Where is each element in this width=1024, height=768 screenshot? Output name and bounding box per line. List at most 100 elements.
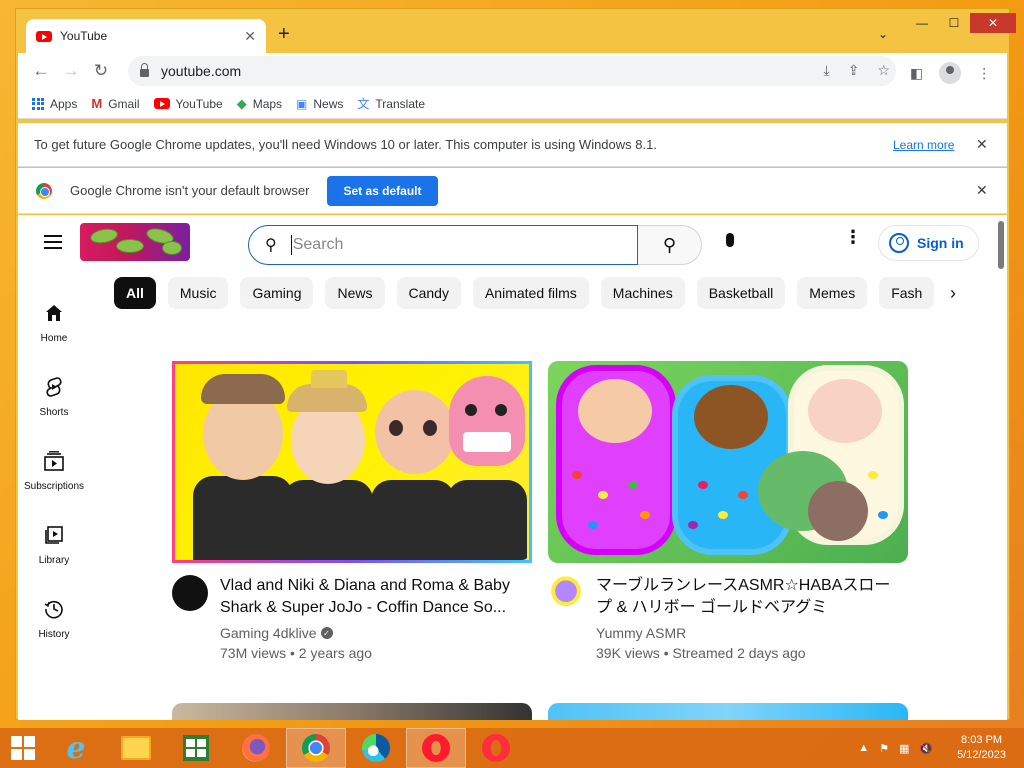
windows-taskbar: e ▲ ⚑ ▦ 🔇 8:03 PM 5/12/2023: [0, 728, 1024, 768]
bookmark-label: Maps: [252, 96, 283, 111]
store-icon[interactable]: [166, 728, 226, 768]
channel-avatar[interactable]: [548, 575, 584, 611]
sidebar-item-subscriptions[interactable]: Subscriptions: [18, 433, 90, 507]
translate-icon: 文: [357, 97, 370, 111]
file-explorer-icon[interactable]: [106, 728, 166, 768]
video-thumbnail[interactable]: [548, 703, 908, 720]
tab-search-icon[interactable]: ⌄: [878, 27, 888, 41]
maximize-button[interactable]: ☐: [938, 13, 970, 33]
video-thumbnail[interactable]: [172, 361, 532, 563]
bookmark-youtube[interactable]: YouTube: [153, 97, 223, 111]
install-app-icon[interactable]: ⤓: [824, 62, 830, 79]
close-icon[interactable]: ✕: [976, 182, 988, 199]
volume-muted-icon[interactable]: 🔇: [919, 742, 933, 755]
taskbar-clock[interactable]: 8:03 PM 5/12/2023: [957, 733, 1006, 763]
sidebar-item-history[interactable]: History: [18, 581, 90, 655]
chrome-logo-icon: [36, 182, 52, 199]
chip-all[interactable]: All: [114, 277, 156, 309]
opera-gx-icon[interactable]: [466, 728, 526, 768]
bookmark-news[interactable]: ▣ News: [296, 97, 343, 111]
bookmark-label: News: [313, 96, 344, 111]
chrome-icon[interactable]: [286, 728, 346, 768]
back-arrow-icon[interactable]: ←: [26, 61, 56, 81]
close-icon[interactable]: ✕: [976, 136, 988, 153]
forward-arrow-icon[interactable]: →: [56, 61, 86, 81]
bookmark-star-icon[interactable]: ☆: [877, 62, 890, 79]
chip-machines[interactable]: Machines: [600, 277, 685, 309]
action-center-flag-icon[interactable]: ⚑: [879, 742, 889, 755]
video-title[interactable]: Vlad and Niki & Diana and Roma & Baby Sh…: [220, 575, 520, 619]
new-tab-button[interactable]: +: [278, 23, 290, 46]
search-button[interactable]: ⚲: [638, 225, 702, 265]
verified-check-icon: ✓: [320, 627, 333, 639]
share-icon[interactable]: ⇪: [848, 62, 860, 79]
maps-icon: ◆: [236, 95, 247, 111]
tab-youtube[interactable]: YouTube ✕: [26, 19, 266, 53]
bookmark-apps[interactable]: Apps: [32, 97, 77, 111]
chip-basketball[interactable]: Basketball: [696, 277, 786, 309]
search-icon: ⚲: [662, 234, 677, 255]
shorts-icon: [42, 375, 66, 399]
microphone-icon[interactable]: [718, 233, 742, 247]
minimize-button[interactable]: —: [906, 13, 938, 33]
bookmark-maps[interactable]: ◆ Maps: [237, 96, 282, 112]
chip-news[interactable]: News: [325, 277, 385, 309]
firefox-icon[interactable]: [226, 728, 286, 768]
channel-name[interactable]: Gaming 4dklive ✓: [220, 625, 333, 641]
default-browser-message: Google Chrome isn't your default browser: [70, 183, 310, 198]
windows-start-icon[interactable]: [0, 728, 46, 768]
bookmark-gmail[interactable]: M Gmail: [91, 96, 139, 111]
chip-music[interactable]: Music: [167, 277, 229, 309]
network-icon[interactable]: ▦: [899, 742, 909, 755]
menu-hamburger-icon[interactable]: [44, 235, 62, 253]
video-title[interactable]: マーブルランレースASMR☆HABAスロープ & ハリボー ゴールドベアグミ: [596, 575, 896, 619]
youtube-page: ⚲ Search ⚲ ⋮ Sign in All Music Gaming Ne…: [18, 215, 1007, 720]
address-bar[interactable]: youtube.com ⤓ ⇪ ☆: [128, 56, 896, 86]
show-hidden-icons-icon[interactable]: ▲: [858, 742, 869, 754]
learn-more-link[interactable]: Learn more: [893, 138, 954, 152]
settings-menu-icon[interactable]: ⋮: [844, 228, 862, 246]
url-text: youtube.com: [161, 63, 242, 79]
set-as-default-button[interactable]: Set as default: [327, 175, 438, 206]
chip-fashion[interactable]: Fash: [879, 277, 934, 309]
video-thumbnail[interactable]: [548, 361, 908, 563]
sidebar-item-home[interactable]: Home: [18, 285, 90, 359]
internet-explorer-icon[interactable]: e: [46, 728, 106, 768]
search-icon: ⚲: [265, 237, 277, 254]
chip-memes[interactable]: Memes: [797, 277, 868, 309]
search-input[interactable]: ⚲ Search: [248, 225, 638, 265]
video-thumbnail[interactable]: [172, 703, 532, 720]
chip-animated-films[interactable]: Animated films: [472, 277, 589, 309]
title-bar: YouTube ✕ + ⌄ — ☐ ✕: [16, 9, 1016, 53]
sign-in-label: Sign in: [917, 235, 964, 251]
reload-icon[interactable]: ↻: [86, 61, 116, 81]
channel-name[interactable]: Yummy ASMR: [596, 625, 686, 641]
chrome-menu-icon[interactable]: ⋮: [977, 65, 991, 82]
youtube-favicon-icon: [36, 30, 52, 42]
profile-avatar-icon[interactable]: [939, 62, 962, 84]
sidebar-item-label: Shorts: [39, 406, 69, 418]
edge-icon[interactable]: [346, 728, 406, 768]
browser-window: YouTube ✕ + ⌄ — ☐ ✕ ← → ↻ youtube.com ⤓ …: [15, 8, 1016, 720]
tab-close-icon[interactable]: ✕: [244, 28, 256, 45]
sidebar-item-library[interactable]: Library: [18, 507, 90, 581]
youtube-doodle-logo[interactable]: [80, 223, 190, 261]
channel-avatar[interactable]: [172, 575, 208, 611]
tab-title: YouTube: [60, 29, 108, 43]
sign-in-button[interactable]: Sign in: [878, 225, 979, 261]
video-metadata: 39K views • Streamed 2 days ago: [596, 645, 806, 661]
gmail-icon: M: [91, 96, 103, 111]
omnibox-actions: ⤓ ⇪ ☆: [824, 62, 891, 79]
chip-gaming[interactable]: Gaming: [240, 277, 314, 309]
update-infobar: To get future Google Chrome updates, you…: [18, 123, 1007, 167]
chevron-right-icon[interactable]: ›: [950, 283, 956, 304]
bookmark-translate[interactable]: 文 Translate: [357, 95, 425, 112]
subscriptions-icon: [42, 449, 66, 473]
chip-candy[interactable]: Candy: [396, 277, 461, 309]
sidebar-item-shorts[interactable]: Shorts: [18, 359, 90, 433]
opera-icon[interactable]: [406, 728, 466, 768]
mini-guide-sidebar: Home Shorts Subscriptions Library Histor…: [18, 285, 90, 655]
side-panel-icon[interactable]: ◧: [910, 65, 923, 82]
close-window-button[interactable]: ✕: [970, 13, 1016, 33]
channel-name-text: Gaming 4dklive: [220, 625, 317, 641]
